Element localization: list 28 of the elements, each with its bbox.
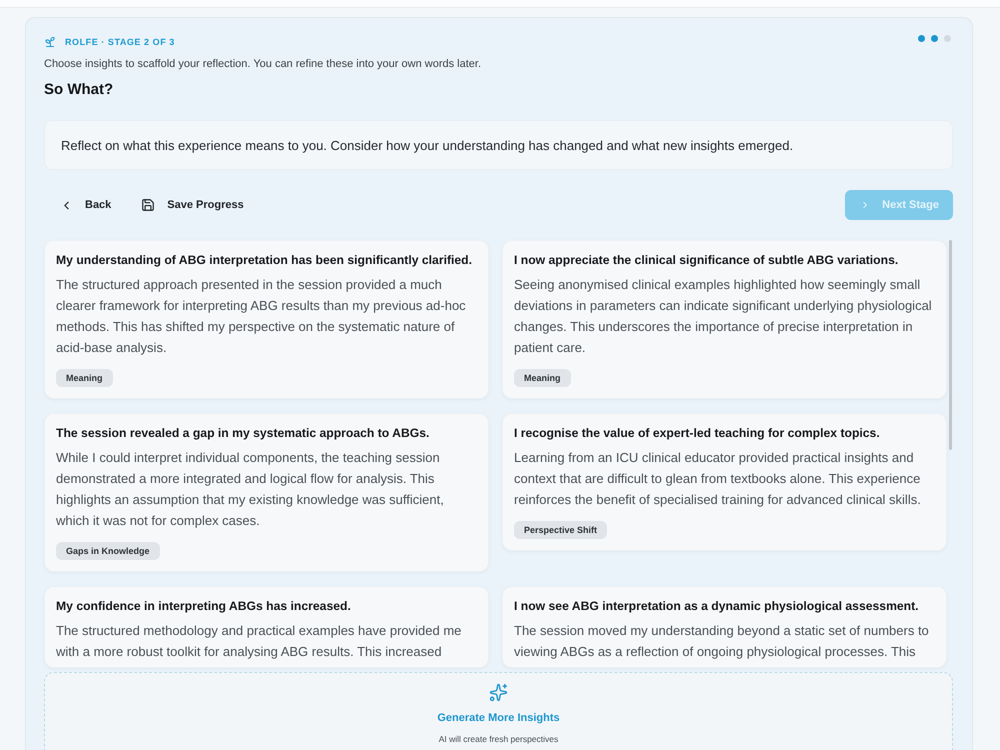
insight-title: My confidence in interpreting ABGs has increased. — [56, 598, 352, 615]
insight-title: The session revealed a gap in my systematic approach to ABGs. — [56, 425, 430, 442]
scrollbar-thumb[interactable] — [949, 240, 952, 450]
insight-title: I now see ABG interpretation as a dynamic physiological assessment. — [514, 598, 920, 615]
insight-text: The session moved my understanding beyond a static set of numbers to viewing ABGs as a reflection of ongoing physiological processes. This — [514, 622, 930, 661]
insight-title: I now appreciate the clinical significance of subtle ABG variations. — [514, 252, 900, 269]
insight-text: Seeing anonymised clinical examples highlighted how seemingly small deviations in parameters can indicate significant underlying physiological changes. This underscores the importance of precise interpretation in patient care. — [514, 276, 933, 357]
insight-tag: Meaning — [56, 369, 113, 387]
stage-title: So What? — [44, 80, 114, 100]
save-progress-button[interactable]: Save Progress — [133, 190, 252, 220]
stage-subtitle: Choose insights to scaffold your reflection. You can refine these into your own words later. — [44, 57, 481, 71]
generate-hint: AI will create fresh perspectives — [438, 734, 558, 744]
reflection-prompt: Reflect on what this experience means to you. Consider how your understanding has changed and what new insights emerged. — [44, 120, 953, 170]
stage-label: ROLFE · STAGE 2 OF 3 — [65, 36, 175, 49]
insight-card[interactable]: My confidence in interpreting ABGs has increased. The structured methodology and practical examples have provided me with a more robust toolkit for analysing ABG results. This increased — [44, 586, 489, 668]
insight-tag: Perspective Shift — [514, 521, 608, 539]
sprout-icon — [44, 36, 56, 48]
insight-text: Learning from an ICU clinical educator provided practical insights and context that are difficult to glean from textbooks alone. This experience reinforces the benefit of specialised training for advanced clinical skills. — [514, 449, 922, 509]
insight-title: My understanding of ABG interpretation has been significantly clarified. — [56, 252, 474, 269]
insight-title: I recognise the value of expert-led teaching for complex topics. — [514, 425, 881, 442]
back-button[interactable]: Back — [52, 190, 120, 220]
insight-text: The structured methodology and practical examples have provided me with a more robust toolkit for analysing ABG results. This increased — [56, 622, 462, 661]
insight-tag: Meaning — [514, 369, 571, 387]
insight-tag: Gaps in Knowledge — [56, 542, 160, 560]
insight-text: The structured approach presented in the session provided a much clearer framework for interpreting ABG results than my previous ad-hoc methods. This has shifted my perspective on the systematic nature of acid-base analysis. — [56, 276, 467, 357]
insight-text: While I could interpret individual components, the teaching session demonstrated a more integrated and logical flow for analysis. This highlights an assumption that my existing knowledge was sufficient, which it was not for complex cases. — [56, 449, 445, 530]
save-icon — [141, 198, 156, 212]
sparkle-icon — [489, 683, 508, 702]
